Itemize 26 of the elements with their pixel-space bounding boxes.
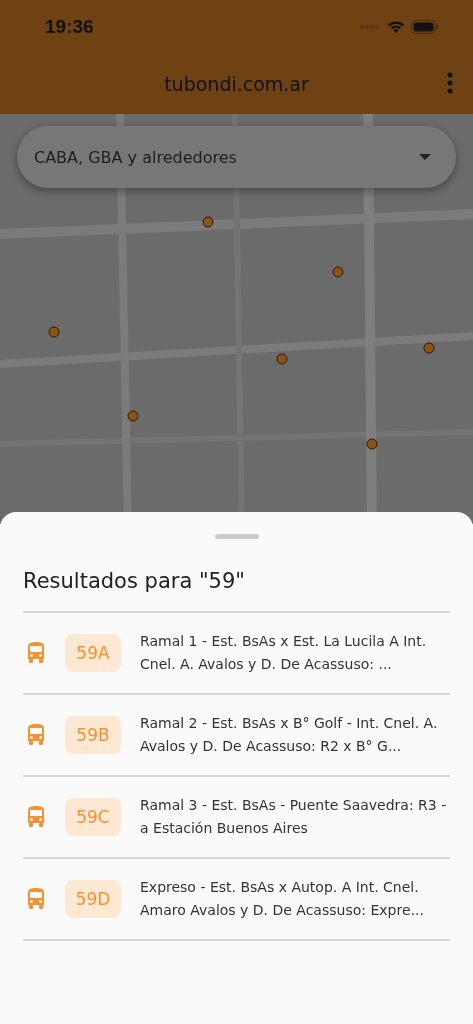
status-time: 19:36 (45, 16, 94, 38)
route-item[interactable]: 59C Ramal 3 - Est. BsAs - Puente Saavedra: R3 - a Estación Buenos Aires (23, 777, 450, 859)
route-code: 59C (65, 798, 121, 836)
route-code: 59A (65, 634, 121, 672)
bus-icon (26, 888, 46, 910)
route-item[interactable]: 59B Ramal 2 - Est. BsAs x B° Golf - Int. Cnel. A. Avalos y D. De Acassuso: R2 x B° G... (23, 695, 450, 777)
route-code: 59D (65, 880, 121, 918)
region-dropdown[interactable]: CABA, GBA y alrededores (17, 126, 456, 188)
route-description: Ramal 2 - Est. BsAs x B° Golf - Int. Cnel. A. Avalos y D. De Acassuso: R2 x B° G... (140, 714, 439, 756)
caret-icon (419, 154, 431, 160)
bus-icon (26, 724, 46, 746)
drag-handle[interactable] (214, 534, 259, 539)
page-title: tubondi.com.ar (164, 73, 309, 95)
more-menu-button[interactable] (447, 72, 453, 94)
results-title: Resultados para "59" (23, 517, 450, 613)
route-description: Expreso - Est. BsAs x Autop. A Int. Cnel. Amaro Avalos y D. De Acassuso: Expre... (140, 878, 425, 920)
route-item[interactable]: 59D Expreso - Est. BsAs x Autop. A Int. Cnel. Amaro Avalos y D. De Acassuso: Expre... (23, 859, 450, 941)
bus-icon (26, 806, 46, 828)
battery-icon (411, 20, 439, 34)
route-item[interactable]: 59A Ramal 1 - Est. BsAs x Est. La Lucila A Int. Cnel. A. Avalos y D. De Acassuso: ... (23, 613, 450, 695)
wifi-icon (387, 20, 405, 34)
route-description: Ramal 1 - Est. BsAs x Est. La Lucila A Int. Cnel. A. Avalos y D. De Acassuso: ... (140, 632, 428, 674)
bus-icon (26, 642, 46, 664)
route-code: 59B (65, 716, 121, 754)
route-description: Ramal 3 - Est. BsAs - Puente Saavedra: R3 - a Estación Buenos Aires (140, 796, 448, 838)
kebab-icon (447, 72, 453, 94)
